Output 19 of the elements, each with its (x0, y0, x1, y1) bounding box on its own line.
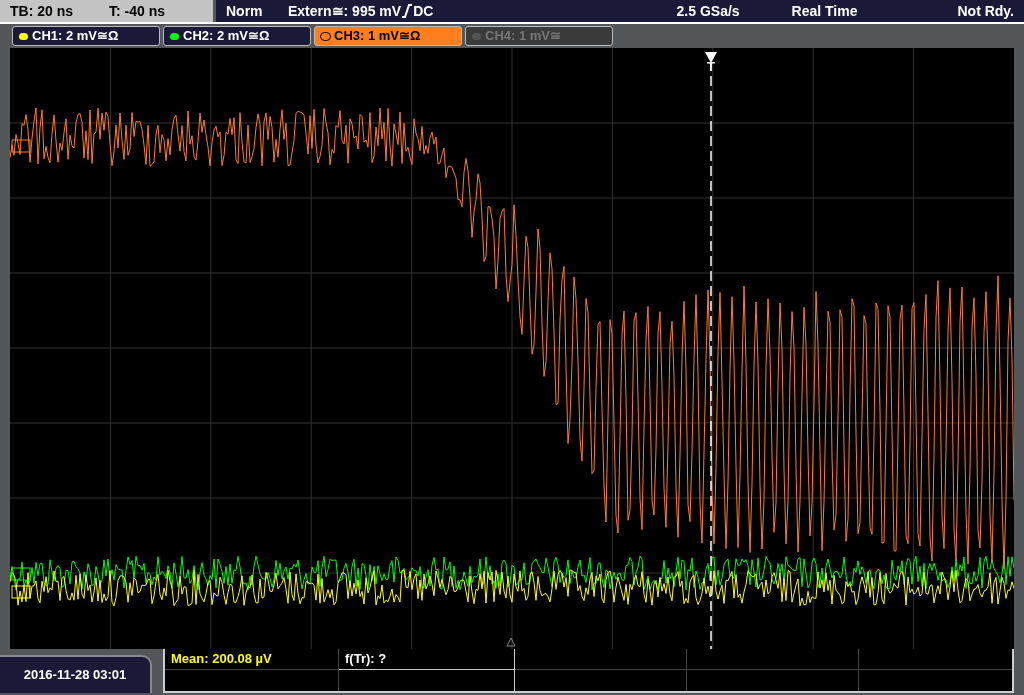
trigger-marker-icon[interactable] (705, 52, 717, 63)
acquisition-label: Real Time (791, 1, 858, 21)
trigger-label: T (707, 60, 715, 73)
rising-edge-icon (402, 4, 413, 18)
coupling-label: DC (413, 1, 434, 21)
channel-tab[interactable]: CH3: 1 mV≅Ω (314, 26, 462, 46)
trigger-source-label: Extern≅: 995 mV (288, 1, 402, 21)
measurement-cell: Mean: 200.08 µV (165, 649, 339, 670)
trigger-time-label: T: -40 ns (109, 1, 166, 21)
sample-rate-label: 2.5 GSa/s (676, 1, 740, 21)
timebase-label: TB: 20 ns (10, 1, 73, 21)
channel-tab[interactable]: CH2: 2 mV≅Ω (163, 26, 311, 46)
channel-tab[interactable]: CH1: 2 mV≅Ω (12, 26, 160, 46)
trigger-mode-label: Norm (226, 1, 264, 21)
status-label: Not Rdy. (957, 1, 1014, 21)
measurement-cell: f(Tr): ? (339, 649, 515, 670)
time-reference-icon (506, 637, 516, 647)
channel-marker-icon[interactable] (11, 139, 31, 153)
date-time-label: 2016-11-28 03:01 (0, 655, 152, 693)
